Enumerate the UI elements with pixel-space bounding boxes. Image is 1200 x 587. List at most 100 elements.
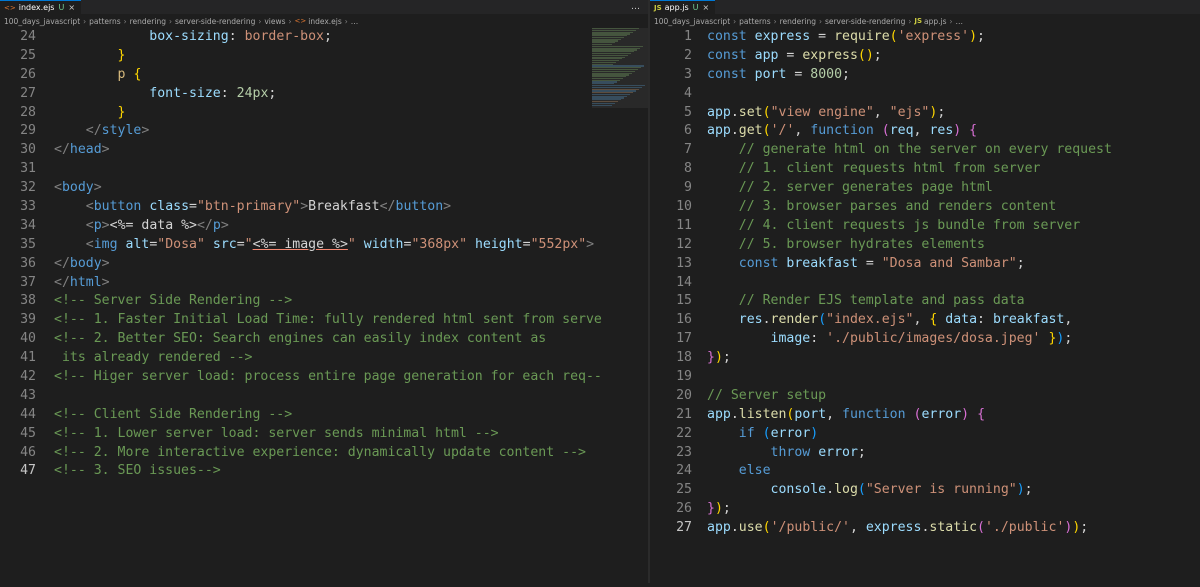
code-token: border-box [244, 29, 324, 44]
breadcrumb-item[interactable]: server-side-rendering [825, 17, 905, 26]
breadcrumb-item[interactable]: rendering [130, 17, 166, 26]
code-line[interactable]: 15 // Render EJS template and pass data [650, 292, 1200, 311]
code-line[interactable]: 21 app.listen(port, function (error) { [650, 406, 1200, 425]
code-line[interactable]: 17 image: './public/images/dosa.jpeg' })… [650, 330, 1200, 349]
breadcrumb-item[interactable]: 100_days_javascript [4, 17, 80, 26]
breadcrumb-item[interactable]: app.js [924, 17, 947, 26]
code-line[interactable]: 44 <!-- Client Side Rendering --> [0, 406, 648, 425]
code-line[interactable]: 2 const app = express(); [650, 47, 1200, 66]
line-number: 32 [20, 180, 36, 196]
code-token: , [1064, 312, 1073, 328]
breadcrumb-item[interactable]: index.ejs [308, 17, 342, 26]
code-line[interactable]: 42 <!-- Higer server load: process entire… [0, 368, 648, 387]
line-text: </head> [54, 141, 110, 160]
code-line[interactable]: 9 // 2. server generates page html [650, 179, 1200, 198]
code-line[interactable]: 1 const express = require('express'); [650, 28, 1200, 47]
code-line[interactable]: 24 else [650, 462, 1200, 481]
code-line[interactable]: 10 // 3. browser parses and renders cont… [650, 198, 1200, 217]
code-line[interactable]: 40 <!-- 2. Better SEO: Search engines can… [0, 330, 648, 349]
code-line[interactable]: 46 <!-- 2. More interactive experience: d… [0, 444, 648, 463]
code-line[interactable]: 12 // 5. browser hydrates elements [650, 236, 1200, 255]
code-token: height [474, 236, 523, 252]
breadcrumb-item[interactable]: 100_days_javascript [654, 17, 730, 26]
code-line[interactable]: 26 p { [0, 66, 648, 85]
code-line[interactable]: 14 [650, 274, 1200, 293]
breadcrumb-item[interactable]: … [956, 17, 964, 26]
code-line[interactable]: 25 console.log("Server is running"); [650, 481, 1200, 500]
chevron-right-icon: › [123, 16, 127, 26]
code-line[interactable]: 27 font-size: 24px; [0, 85, 648, 104]
code-token: ) [961, 406, 970, 422]
code-line[interactable]: 23 throw error; [650, 444, 1200, 463]
code-token: static [929, 520, 978, 536]
code-line[interactable]: 5 app.set("view engine", "ejs"); [650, 104, 1200, 123]
code-line[interactable]: 26}); [650, 500, 1200, 519]
code-line[interactable]: 34 <p><%= data %></p> [0, 217, 648, 236]
tab-index-ejs[interactable]: <> index.ejs U × [0, 0, 82, 14]
breadcrumb-item[interactable]: views [264, 17, 285, 26]
code-token: <%= data %> [109, 217, 197, 233]
code-line[interactable]: 43 [0, 387, 648, 406]
code-line[interactable]: 39 <!-- 1. Faster Initial Load Time: full… [0, 311, 648, 330]
line-number: 13 [676, 255, 692, 271]
breadcrumb-item[interactable]: rendering [780, 17, 816, 26]
editor-pane-app-js[interactable]: JS app.js U × 100_days_javascript › patter… [650, 0, 1200, 587]
code-editor[interactable]: 1 const express = require('express'); 2 con… [650, 28, 1200, 538]
code-line[interactable]: 4 [650, 85, 1200, 104]
minimap[interactable] [592, 28, 648, 108]
code-line[interactable]: 31 [0, 160, 648, 179]
close-icon[interactable]: × [68, 3, 75, 12]
code-token: body [61, 180, 94, 196]
line-text: console.log("Server is running"); [707, 481, 1033, 500]
code-line[interactable]: 11 // 4. client requests js bundle from … [650, 217, 1200, 236]
code-line[interactable]: 8 // 1. client requests html from server [650, 160, 1200, 179]
more-actions-icon[interactable]: … [631, 0, 640, 14]
code-line[interactable]: 45 <!-- 1. Lower server load: server send… [0, 425, 648, 444]
breadcrumb-item[interactable]: patterns [89, 17, 120, 26]
code-token: "Server is running" [865, 482, 1017, 498]
code-line[interactable]: 7 // generate html on the server on ever… [650, 141, 1200, 160]
code-token: html [69, 274, 102, 290]
breadcrumb-item[interactable]: patterns [739, 17, 770, 26]
code-line[interactable]: 22 if (error) [650, 425, 1200, 444]
code-token: ( [762, 123, 771, 139]
code-line[interactable]: 3 const port = 8000; [650, 66, 1200, 85]
code-line[interactable]: 30 </head> [0, 141, 648, 160]
code-line[interactable]: 16 res.render("index.ejs", { data: break… [650, 311, 1200, 330]
minimap-slider[interactable] [592, 28, 648, 108]
code-token: = [189, 199, 197, 215]
code-line[interactable]: 20 // Server setup [650, 387, 1200, 406]
line-text: app.use('/public/', express.static('./pu… [707, 519, 1088, 538]
code-line[interactable]: 47 <!-- 3. SEO issues--> [0, 462, 648, 481]
code-line[interactable]: 41 its already rendered --> [0, 349, 648, 368]
close-icon[interactable]: × [703, 3, 710, 12]
breadcrumb-item[interactable]: server-side-rendering [175, 17, 255, 26]
code-line[interactable]: 36 </body> [0, 255, 648, 274]
code-token: ) [969, 29, 978, 44]
breadcrumb-item[interactable]: … [351, 17, 359, 26]
code-line[interactable]: 38 <!-- Server Side Rendering --> [0, 292, 648, 311]
code-line[interactable]: 33 <button class="btn-primary">Breakfast… [0, 198, 648, 217]
code-line[interactable]: 18}); [650, 349, 1200, 368]
code-line[interactable]: 25 } [0, 47, 648, 66]
code-line[interactable]: 27 app.use('/public/', express.static('./… [650, 519, 1200, 538]
code-line[interactable]: 32 <body> [0, 179, 648, 198]
code-line[interactable]: 19 [650, 368, 1200, 387]
code-token: class [149, 199, 190, 215]
code-editor[interactable]: 24 box-sizing: border-box; 25 } 26 p {27 f… [0, 28, 648, 481]
code-line[interactable]: 35 <img alt="Dosa" src="<%= image %>" wi… [0, 236, 648, 255]
code-line[interactable]: 28 } [0, 104, 648, 123]
code-line[interactable]: 29 </style> [0, 122, 648, 141]
line-number: 29 [20, 123, 36, 139]
code-line[interactable]: 37 </html> [0, 274, 648, 293]
code-line[interactable]: 13 const breakfast = "Dosa and Sambar"; [650, 255, 1200, 274]
editor-pane-index-ejs[interactable]: <> index.ejs U × … 100_days_javascript › p… [0, 0, 648, 587]
code-line[interactable]: 6 app.get('/', function (req, res) { [650, 122, 1200, 141]
tab-app-js[interactable]: JS app.js U × [650, 0, 716, 14]
line-number: 21 [676, 406, 692, 422]
code-line[interactable]: 24 box-sizing: border-box; [0, 28, 648, 47]
